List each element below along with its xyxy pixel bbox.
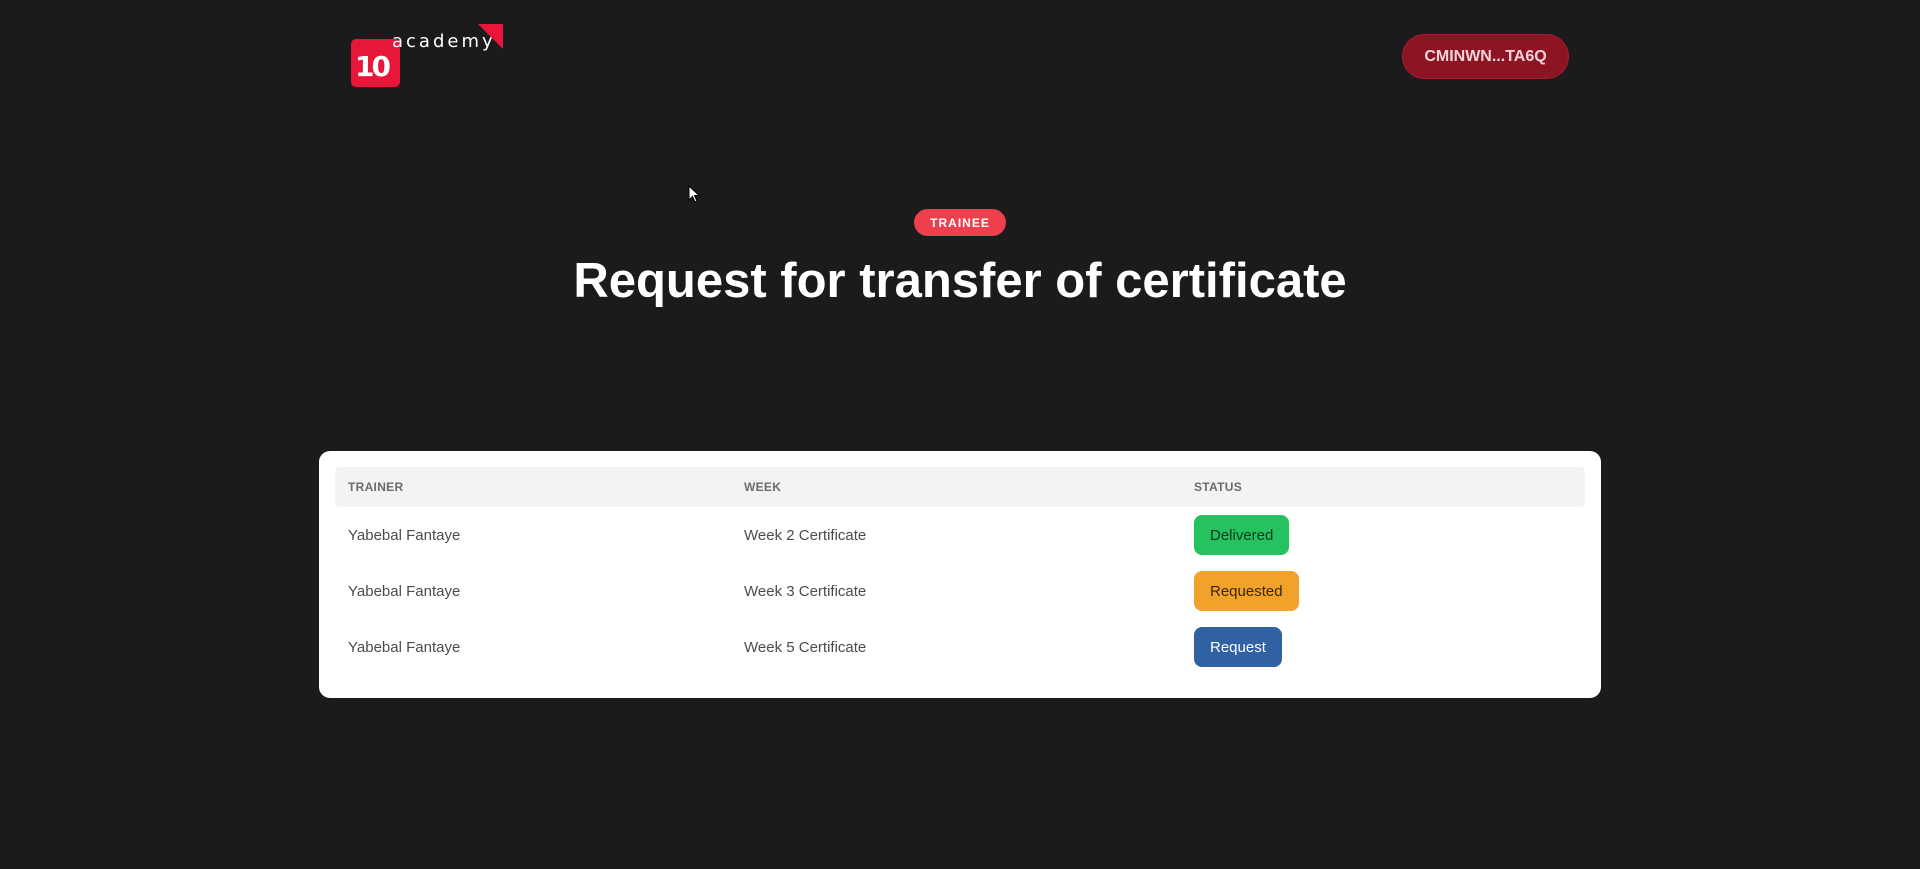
logo-mark: 10 <box>355 50 391 83</box>
column-header-week: WEEK <box>744 480 782 494</box>
academy-logo[interactable]: 10 academy <box>351 24 503 90</box>
logo-corner-icon <box>478 24 503 49</box>
status-cell: Request <box>1194 627 1585 667</box>
page-title: Request for transfer of certificate <box>573 254 1347 308</box>
request-certificate-button[interactable]: Request <box>1194 627 1282 667</box>
table-header: TRAINER WEEK STATUS <box>335 467 1585 507</box>
week-cell: Week 3 Certificate <box>744 582 867 600</box>
status-cell: Delivered <box>1194 515 1585 555</box>
column-header-status: STATUS <box>1194 480 1243 494</box>
status-requested-badge: Requested <box>1194 571 1299 611</box>
column-header-trainer: TRAINER <box>348 480 404 494</box>
week-cell: Week 2 Certificate <box>744 526 867 544</box>
certificate-table: TRAINER WEEK STATUS Yabebal Fantaye Week… <box>319 451 1601 698</box>
status-cell: Requested <box>1194 571 1585 611</box>
table-row: Yabebal Fantaye Week 3 Certificate Reque… <box>335 563 1585 619</box>
trainer-cell: Yabebal Fantaye <box>348 582 461 600</box>
mouse-pointer-icon <box>688 185 700 203</box>
status-delivered-badge: Delivered <box>1194 515 1290 555</box>
week-cell: Week 5 Certificate <box>744 638 867 656</box>
table-row: Yabebal Fantaye Week 2 Certificate Deliv… <box>335 507 1585 563</box>
trainer-cell: Yabebal Fantaye <box>348 526 461 544</box>
page: 10 academy CMINWN...TA6Q TRAINEE Request… <box>0 0 1920 869</box>
wallet-address-button[interactable]: CMINWN...TA6Q <box>1402 34 1569 79</box>
role-badge: TRAINEE <box>914 209 1006 236</box>
trainer-cell: Yabebal Fantaye <box>348 638 461 656</box>
table-row: Yabebal Fantaye Week 5 Certificate Reque… <box>335 619 1585 675</box>
